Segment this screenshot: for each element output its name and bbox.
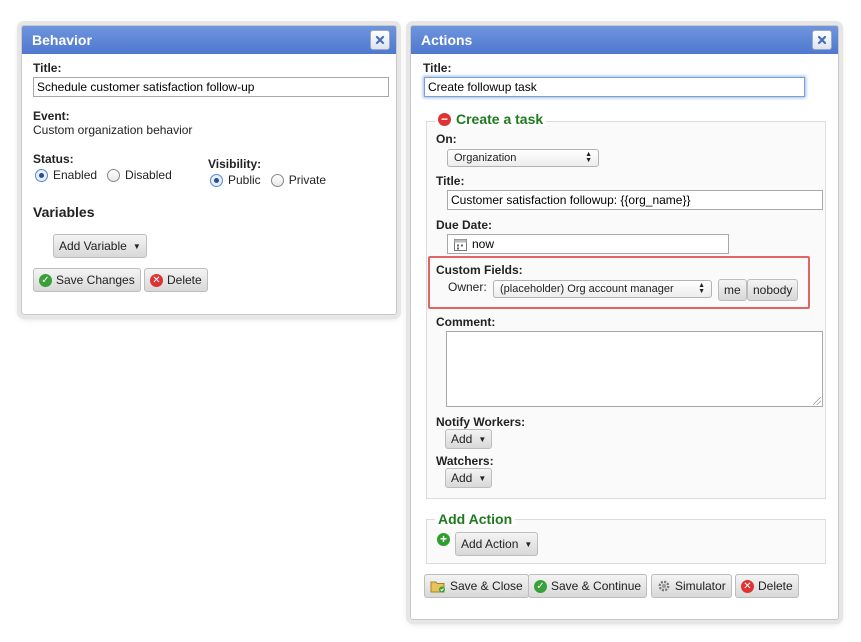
actions-title-input[interactable]: Create followup task [424, 77, 805, 97]
behavior-visibility-label: Visibility: [208, 157, 262, 171]
notify-add-label: Add [451, 432, 473, 446]
due-date-input[interactable]: now [447, 234, 729, 254]
visibility-public-label: Public [228, 173, 261, 187]
comment-label: Comment: [436, 315, 496, 329]
delete-icon: ✕ [150, 273, 163, 287]
task-title-label: Title: [436, 174, 465, 188]
custom-fields-label: Custom Fields: [436, 263, 523, 277]
resize-grip-icon[interactable] [813, 397, 821, 405]
actions-title-label: Title: [423, 61, 452, 75]
check-icon: ✓ [39, 273, 52, 287]
actions-panel: Actions Title: Create followup task − Cr… [410, 25, 839, 620]
comment-textarea[interactable] [446, 331, 823, 407]
owner-me-button[interactable]: me [718, 279, 747, 301]
due-date-value: now [472, 237, 495, 251]
task-on-label: On: [436, 132, 457, 146]
behavior-delete-button[interactable]: ✕ Delete [144, 268, 208, 292]
owner-value: (placeholder) Org account manager [500, 283, 674, 295]
close-icon [817, 35, 827, 45]
behavior-title-input[interactable]: Schedule customer satisfaction follow-up [33, 77, 389, 97]
status-enabled-label: Enabled [53, 168, 98, 182]
behavior-delete-label: Delete [167, 273, 202, 287]
caret-down-icon: ▼ [478, 434, 487, 444]
due-date-label: Due Date: [436, 218, 493, 232]
caret-down-icon: ▼ [132, 241, 141, 251]
caret-down-icon: ▼ [478, 473, 487, 483]
behavior-event-label: Event: [33, 109, 70, 123]
add-variable-button[interactable]: Add Variable ▼ [53, 234, 147, 258]
visibility-radio-group: Public Private [210, 173, 326, 187]
owner-nobody-button[interactable]: nobody [747, 279, 799, 301]
folder-save-icon [430, 581, 445, 593]
behavior-panel-title: Behavior [32, 32, 92, 48]
behavior-panel: Behavior Title: Schedule customer satisf… [21, 25, 397, 315]
calendar-icon [454, 238, 467, 251]
select-arrows-icon: ▲ ▼ [698, 282, 705, 295]
simulator-button[interactable]: Simulator [651, 574, 732, 598]
remove-icon[interactable]: − [438, 112, 451, 126]
caret-down-icon: ▼ [524, 539, 533, 549]
owner-select[interactable]: (placeholder) Org account manager ▲ ▼ [493, 280, 712, 298]
watchers-add-label: Add [451, 471, 473, 485]
delete-icon: ✕ [741, 579, 754, 593]
simulator-label: Simulator [675, 579, 726, 593]
visibility-public-radio[interactable] [210, 173, 223, 187]
visibility-private-radio[interactable] [270, 173, 284, 187]
gear-icon [658, 580, 670, 592]
actions-delete-label: Delete [758, 579, 793, 593]
visibility-private-label: Private [288, 173, 327, 187]
close-icon [375, 35, 385, 45]
owner-nobody-label: nobody [753, 283, 793, 297]
actions-close-button[interactable] [812, 30, 832, 50]
save-continue-label: Save & Continue [551, 579, 642, 593]
watchers-label: Watchers: [436, 454, 494, 468]
behavior-event-value: Custom organization behavior [33, 123, 193, 137]
status-radio-group: Enabled Disabled [35, 168, 172, 182]
owner-me-label: me [724, 283, 741, 297]
add-action-button[interactable]: Add Action ▼ [455, 532, 539, 556]
watchers-add-button[interactable]: Add ▼ [445, 468, 493, 488]
save-changes-label: Save Changes [56, 273, 135, 287]
actions-panel-title: Actions [421, 32, 473, 48]
notify-add-button[interactable]: Add ▼ [445, 429, 493, 449]
save-continue-button[interactable]: ✓ Save & Continue [528, 574, 648, 598]
behavior-panel-header: Behavior [22, 26, 396, 54]
check-icon: ✓ [534, 579, 547, 593]
behavior-title-label: Title: [33, 61, 62, 75]
status-disabled-radio[interactable] [107, 168, 121, 182]
variables-heading: Variables [33, 204, 95, 220]
select-arrows-icon: ▲ ▼ [585, 151, 592, 164]
create-task-legend: − Create a task [435, 111, 547, 127]
notify-workers-label: Notify Workers: [436, 415, 526, 429]
add-icon[interactable]: + [437, 533, 450, 546]
actions-delete-button[interactable]: ✕ Delete [735, 574, 799, 598]
add-action-legend: Add Action [435, 511, 516, 527]
owner-label: Owner: [448, 280, 487, 294]
add-variable-label: Add Variable [59, 239, 127, 253]
status-enabled-radio[interactable] [35, 168, 48, 182]
behavior-close-button[interactable] [370, 30, 390, 50]
save-close-button[interactable]: Save & Close [424, 574, 529, 598]
add-action-label: Add Action [461, 537, 519, 551]
behavior-status-label: Status: [33, 152, 74, 166]
create-task-label: Create a task [456, 111, 544, 127]
actions-panel-header: Actions [411, 26, 838, 54]
save-close-label: Save & Close [450, 579, 523, 593]
task-on-select[interactable]: Organization ▲ ▼ [447, 149, 599, 167]
save-changes-button[interactable]: ✓ Save Changes [33, 268, 141, 292]
task-title-input[interactable]: Customer satisfaction followup: {{org_na… [447, 190, 823, 210]
status-disabled-label: Disabled [125, 168, 172, 182]
task-on-value: Organization [454, 152, 517, 164]
